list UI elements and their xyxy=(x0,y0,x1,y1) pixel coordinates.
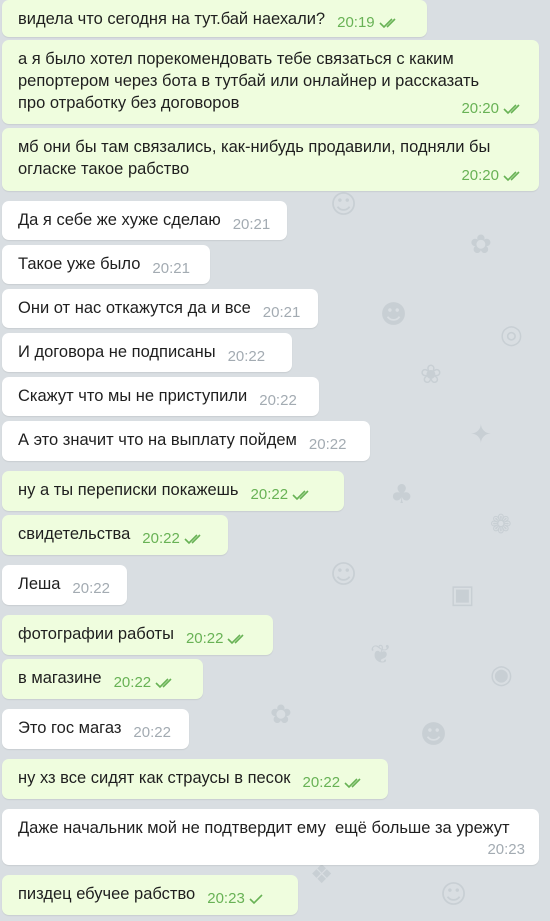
message-text: Скажут что мы не приступили xyxy=(18,387,248,405)
message-bubble-incoming[interactable]: И договора не подписаны 20:22 xyxy=(2,333,292,372)
message-text: И договора не подписаны xyxy=(18,343,216,361)
message-text: а я было хотел порекомендовать тебе связ… xyxy=(18,50,480,112)
message-text: Леша xyxy=(18,575,61,593)
message-text: видела что сегодня на тут.бай наехали? xyxy=(18,10,326,28)
message-bubble-outgoing[interactable]: пиздец ебучее рабство 20:23 xyxy=(2,875,298,915)
message-text: мб они бы там связались, как-нибудь прод… xyxy=(18,138,491,178)
message-bubble-incoming[interactable]: Леша 20:22 xyxy=(2,565,127,605)
message-bubble-incoming[interactable]: Да я себе же хуже сделаю 20:21 xyxy=(2,201,287,240)
sent-checkmark-icon xyxy=(249,894,263,905)
message-time: 20:21 xyxy=(262,304,301,321)
message-time: 20:22 xyxy=(227,348,266,365)
message-bubble-outgoing[interactable]: видела что сегодня на тут.бай наехали? 20… xyxy=(2,0,427,37)
message-bubble-incoming[interactable]: А это значит что на выплату пойдем 20:22 xyxy=(2,421,370,461)
message-bubble-outgoing[interactable]: а я было хотел порекомендовать тебе связ… xyxy=(2,40,539,124)
message-time: 20:22 xyxy=(72,580,110,597)
message-text: пиздец ебучее рабство xyxy=(18,885,196,903)
read-checkmarks-icon xyxy=(503,171,520,182)
message-text: Они от нас откажутся да и все xyxy=(18,299,251,317)
message-bubble-outgoing[interactable]: мб они бы там связались, как-нибудь прод… xyxy=(2,128,539,191)
message-time: 20:23 xyxy=(487,841,525,858)
message-bubble-outgoing[interactable]: свидетельства 20:22 xyxy=(2,515,228,555)
message-bubble-incoming[interactable]: Это гос магаз 20:22 xyxy=(2,709,189,749)
message-time: 20:19 xyxy=(337,14,375,31)
message-time: 20:22 xyxy=(185,630,224,647)
message-bubble-incoming[interactable]: Скажут что мы не приступили 20:22 xyxy=(2,377,319,416)
message-bubble-incoming[interactable]: Они от нас откажутся да и все 20:21 xyxy=(2,289,318,328)
message-text: свидетельства xyxy=(18,525,131,543)
message-time: 20:22 xyxy=(142,530,180,547)
message-text: А это значит что на выплату пойдем xyxy=(18,431,297,449)
message-text: ну а ты переписки покажешь xyxy=(18,481,239,499)
message-text: фотографии работы xyxy=(18,625,174,643)
read-checkmarks-icon xyxy=(379,18,396,29)
message-time: 20:20 xyxy=(461,167,499,184)
read-checkmarks-icon xyxy=(344,778,361,789)
message-bubble-outgoing[interactable]: ну а ты переписки покажешь 20:22 xyxy=(2,471,344,511)
message-text: в магазине xyxy=(18,669,102,687)
message-time: 20:22 xyxy=(259,392,297,409)
message-bubble-incoming[interactable]: Такое уже было 20:21 xyxy=(2,245,210,284)
read-checkmarks-icon xyxy=(227,634,245,645)
message-time: 20:22 xyxy=(302,774,341,791)
message-time: 20:20 xyxy=(461,100,499,117)
read-checkmarks-icon xyxy=(503,104,520,115)
message-time: 20:22 xyxy=(113,674,152,691)
message-text: Такое уже было xyxy=(18,255,141,273)
message-bubble-incoming[interactable]: Даже начальник мой не подтвердит ему ещё… xyxy=(2,809,539,865)
message-time: 20:22 xyxy=(308,436,347,453)
message-bubble-outgoing[interactable]: ну хз все сидят как страусы в песок 20:22 xyxy=(2,759,388,799)
message-text: ну хз все сидят как страусы в песок xyxy=(18,769,291,787)
message-time: 20:21 xyxy=(152,260,190,277)
read-checkmarks-icon xyxy=(292,490,309,501)
message-bubble-outgoing[interactable]: фотографии работы 20:22 xyxy=(2,615,273,655)
message-time: 20:22 xyxy=(250,486,289,503)
read-checkmarks-icon xyxy=(184,534,201,545)
message-time: 20:22 xyxy=(133,724,171,741)
message-time: 20:21 xyxy=(232,216,271,233)
message-list[interactable]: видела что сегодня на тут.бай наехали? 20… xyxy=(0,0,550,921)
message-text: Это гос магаз xyxy=(18,719,122,737)
message-time: 20:23 xyxy=(207,890,245,907)
message-text: Да я себе же хуже сделаю xyxy=(18,211,221,229)
message-text: Даже начальник мой не подтвердит ему ещё… xyxy=(18,819,510,837)
message-bubble-outgoing[interactable]: в магазине 20:22 xyxy=(2,659,203,699)
read-checkmarks-icon xyxy=(155,678,172,689)
